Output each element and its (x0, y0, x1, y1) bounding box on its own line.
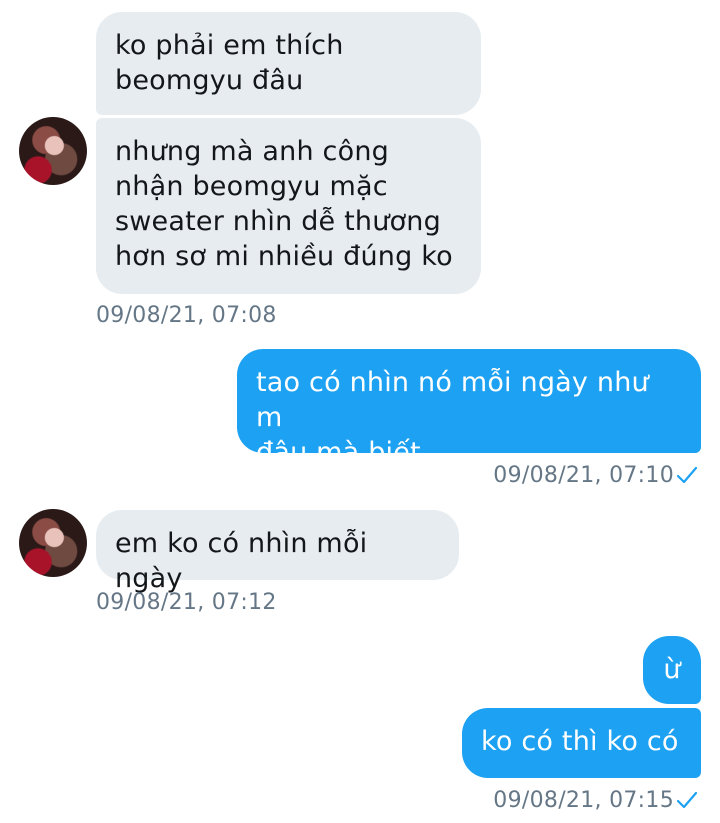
message-line: nhận beomgyu mặc (115, 171, 388, 202)
message-line: em ko có nhìn mỗi ngày (115, 528, 368, 594)
check-icon (676, 466, 698, 484)
message-timestamp: 09/08/21, 07:08 (96, 303, 277, 328)
message-bubble-incoming[interactable]: nhưng mà anh công nhận beomgyu mặc sweat… (96, 118, 481, 294)
message-timestamp: 09/08/21, 07:12 (96, 590, 277, 615)
message-bubble-outgoing[interactable]: ko có thì ko có (462, 708, 701, 778)
message-line: nhưng mà anh công (115, 136, 389, 167)
message-timestamp-row: 09/08/21, 07:10 (493, 462, 698, 490)
message-timestamp-row: 09/08/21, 07:15 (493, 787, 698, 815)
message-bubble-incoming[interactable]: ko phải em thích beomgyu đâu (96, 12, 481, 115)
message-line: ừ (663, 654, 681, 685)
message-bubble-incoming[interactable]: em ko có nhìn mỗi ngày (96, 510, 459, 594)
sender-avatar[interactable] (19, 509, 87, 577)
message-bubble-outgoing[interactable]: tao có nhìn nó mỗi ngày như m đâu mà biế… (237, 349, 701, 468)
message-timestamp: 09/08/21, 07:15 (493, 788, 674, 813)
message-line: ko có thì ko có (481, 726, 679, 757)
message-timestamp: 09/08/21, 07:10 (493, 463, 674, 488)
message-line: beomgyu đâu (115, 65, 304, 96)
message-bubble-outgoing[interactable]: ừ (643, 636, 701, 704)
sender-avatar[interactable] (19, 117, 87, 185)
message-line: hơn sơ mi nhiều đúng ko (115, 241, 453, 272)
message-line: sweater nhìn dễ thương (115, 206, 441, 237)
message-line: ko phải em thích (115, 30, 344, 61)
message-line: tao có nhìn nó mỗi ngày như m (256, 367, 649, 433)
check-icon (676, 791, 698, 809)
